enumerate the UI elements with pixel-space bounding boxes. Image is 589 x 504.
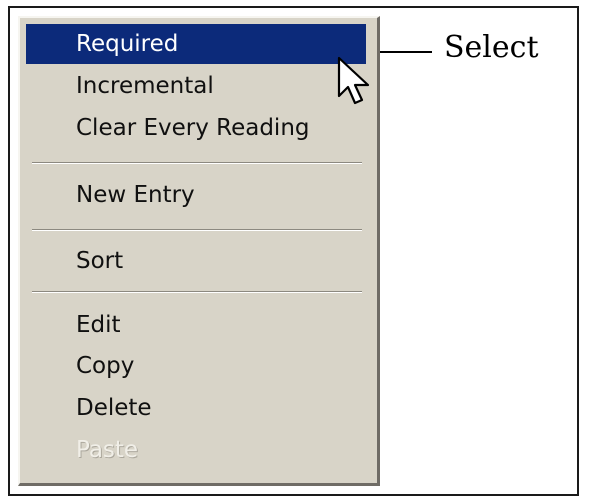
menu-item-new-entry[interactable]: New Entry xyxy=(26,175,366,215)
menu-item-edit[interactable]: Edit xyxy=(26,305,366,345)
context-menu: Required Incremental Clear Every Reading… xyxy=(18,16,380,486)
menu-item-sort[interactable]: Sort xyxy=(26,241,366,281)
mouse-pointer-icon xyxy=(337,56,370,105)
callout-line xyxy=(380,51,432,53)
menu-item-paste: Paste xyxy=(76,437,139,463)
menu-separator xyxy=(32,162,362,164)
menu-separator xyxy=(32,229,362,231)
menu-item-incremental[interactable]: Incremental xyxy=(26,66,366,106)
callout-label: Select xyxy=(444,30,539,65)
menu-item-copy[interactable]: Copy xyxy=(26,346,366,386)
menu-item-delete[interactable]: Delete xyxy=(26,388,366,428)
menu-item-required[interactable]: Required xyxy=(26,24,366,64)
menu-separator xyxy=(32,291,362,293)
menu-item-clear-every-reading[interactable]: Clear Every Reading xyxy=(26,108,366,148)
